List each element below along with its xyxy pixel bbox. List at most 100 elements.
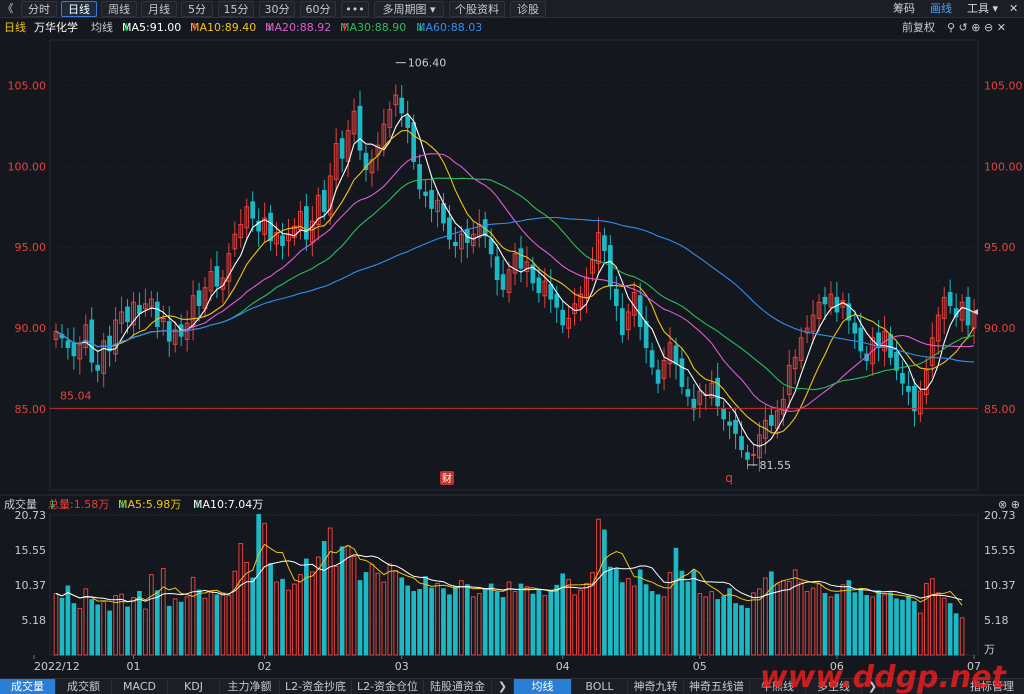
tab-l2-bottom[interactable]: L2-资金抄底 xyxy=(280,679,352,694)
price-tick-right: 95.00 xyxy=(984,241,1016,254)
event-marker-label: 财 xyxy=(442,472,452,485)
more-periods-button[interactable]: ••• xyxy=(341,1,369,17)
volume-bar xyxy=(739,605,744,656)
stock-profile-button[interactable]: 个股资料 xyxy=(449,1,505,17)
tab-boll[interactable]: BOLL xyxy=(572,679,628,694)
volume-title: 成交量 xyxy=(4,498,37,511)
tab-main-net[interactable]: 主力净额 xyxy=(220,679,280,694)
tab-ma[interactable]: 均线 xyxy=(514,679,572,694)
tab-magic-nine[interactable]: 神奇九转 xyxy=(628,679,684,694)
volume-bar xyxy=(596,518,601,656)
tab-l2-position[interactable]: L2-资金仓位 xyxy=(352,679,424,694)
candle-down xyxy=(822,296,828,305)
volume-bar xyxy=(602,529,607,656)
volume-bar xyxy=(453,586,458,656)
tab-5min[interactable]: 5分 xyxy=(181,1,213,17)
candle-down xyxy=(214,266,220,287)
candle-down xyxy=(339,138,345,159)
tab-volume[interactable]: 成交量 xyxy=(0,679,56,694)
tab-15min[interactable]: 15分 xyxy=(218,1,254,17)
volume-tick-left: 10.37 xyxy=(15,579,47,592)
candle-down xyxy=(947,292,953,306)
tab-monthly[interactable]: 月线 xyxy=(141,1,177,17)
draw-line-button[interactable]: 画线 xyxy=(930,1,952,17)
volume-bar xyxy=(923,582,929,656)
candle-down xyxy=(852,322,858,334)
volume-bar xyxy=(482,588,488,656)
volume-bar xyxy=(733,603,738,656)
scroll-right-icon[interactable]: ❯ xyxy=(492,679,514,694)
diagnose-button[interactable]: 诊股 xyxy=(510,1,546,17)
candle-down xyxy=(518,248,524,269)
volume-bar xyxy=(304,558,309,656)
volume-bar xyxy=(953,613,959,656)
tab-60min[interactable]: 60分 xyxy=(300,1,336,17)
candle-down xyxy=(429,190,434,209)
candle-down xyxy=(405,115,411,128)
candle-down xyxy=(691,398,697,410)
volume-bar xyxy=(560,573,566,656)
volume-bar xyxy=(494,591,500,656)
volume-bar xyxy=(941,597,947,656)
tab-30min[interactable]: 30分 xyxy=(259,1,295,17)
volume-bar xyxy=(804,591,810,656)
multi-period-dropdown[interactable]: 多周期图 ▾ xyxy=(374,1,444,17)
settings-icons[interactable]: ⚲ ↺ ⊕ ⊖ ✕ xyxy=(947,19,1006,36)
volume-bar xyxy=(566,578,571,656)
volume-bar xyxy=(918,612,923,656)
period-label: 日线 xyxy=(4,21,26,34)
ma30-text: MA30:88.90 xyxy=(340,21,407,34)
volume-bar xyxy=(572,594,577,656)
tools-dropdown[interactable]: 工具 ▾ xyxy=(967,1,998,17)
volume-bar xyxy=(721,595,726,656)
volume-bar xyxy=(798,581,804,656)
back-arrow-icon[interactable]: 《 xyxy=(1,1,15,17)
tab-weekly[interactable]: 周线 xyxy=(101,1,137,17)
tab-fenshi[interactable]: 分时 xyxy=(21,1,57,17)
volume-bar xyxy=(208,590,214,656)
volume-bar xyxy=(751,592,756,656)
chart-canvas: 105.00 105.00 100.00 100.00 95.00 95.00 90.00 9… xyxy=(0,39,1024,673)
volume-bar xyxy=(172,598,178,656)
volume-bar xyxy=(488,583,494,656)
candle-down xyxy=(321,190,327,213)
tab-kdj[interactable]: KDJ xyxy=(168,679,220,694)
volume-bar xyxy=(327,527,333,656)
volume-close-icon[interactable]: ⊗ ⊕ xyxy=(998,497,1020,513)
chips-button[interactable]: 筹码 xyxy=(893,1,915,17)
candle-down xyxy=(894,351,899,371)
volume-bar xyxy=(810,587,816,656)
tab-magic-five[interactable]: 神奇五线谱 xyxy=(684,679,750,694)
volume-bar xyxy=(214,594,220,656)
volume-bar xyxy=(679,570,685,656)
adjust-mode-dropdown[interactable]: 前复权 xyxy=(902,19,935,36)
volume-bar xyxy=(685,581,691,656)
candle-down xyxy=(900,372,905,384)
close-icon[interactable]: ✕ xyxy=(1009,1,1018,17)
volume-bar xyxy=(536,588,542,656)
x-axis-label: 05 xyxy=(693,660,707,673)
volume-bar xyxy=(476,593,482,656)
candle-down xyxy=(739,436,744,451)
volume-bar xyxy=(780,580,786,656)
tab-turnover[interactable]: 成交额 xyxy=(56,679,112,694)
volume-bar xyxy=(912,601,917,656)
tab-macd[interactable]: MACD xyxy=(112,679,168,694)
candle-down xyxy=(548,283,554,300)
volume-bar xyxy=(101,601,107,656)
period-toolbar: 《 分时 日线 周线 月线 5分 15分 30分 60分 ••• 多周期图 ▾ … xyxy=(0,0,1024,18)
tab-daily[interactable]: 日线 xyxy=(61,1,97,17)
volume-bar xyxy=(89,599,95,656)
candle-down xyxy=(500,274,506,290)
tab-northbound[interactable]: 陆股通资金 xyxy=(424,679,492,694)
volume-bar xyxy=(315,556,321,656)
volume-bar xyxy=(95,604,101,656)
price-tick-right: 85.00 xyxy=(984,403,1016,416)
ma-info-bar: 日线 万华化学 均线 MA5:91.00 ↓ MA10:89.40 ↑ MA20:8… xyxy=(0,19,1024,37)
volume-bar xyxy=(894,598,899,656)
volume-bar xyxy=(935,592,941,656)
volume-bar xyxy=(333,566,339,656)
x-axis-label: 02 xyxy=(258,660,272,673)
volume-bar xyxy=(578,589,583,656)
volume-bar xyxy=(417,588,422,656)
